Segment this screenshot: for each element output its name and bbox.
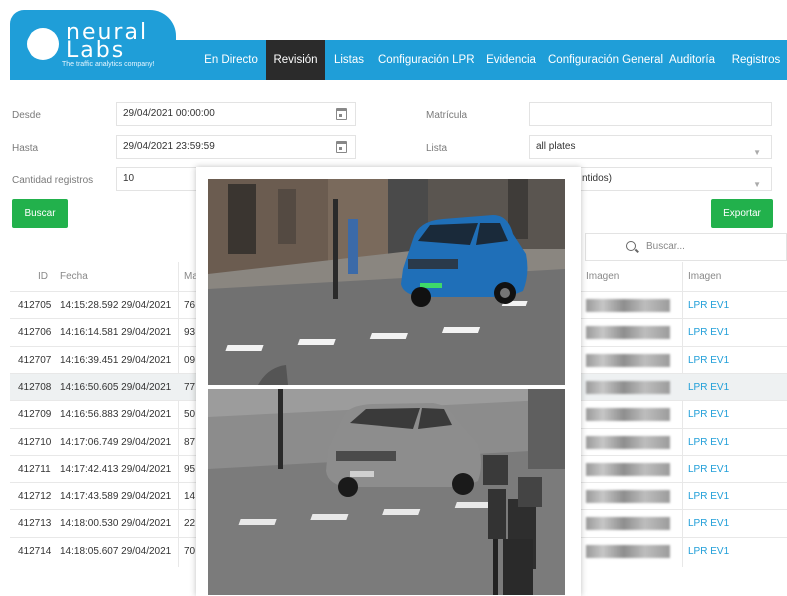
matricula-input[interactable] <box>529 102 772 126</box>
evidence-link[interactable]: LPR EV1 <box>688 491 729 502</box>
row-matricula: 09 <box>184 354 196 366</box>
plate-image-thumbnail[interactable] <box>586 380 670 394</box>
calendar-icon[interactable] <box>336 141 347 153</box>
row-fecha: 14:16:39.451 29/04/2021 <box>60 354 172 366</box>
cantidad-input[interactable]: 10 <box>116 167 206 191</box>
plate-image-thumbnail[interactable] <box>586 408 670 422</box>
lista-select[interactable]: all plates ▼ <box>529 135 772 159</box>
row-id: 412713 <box>18 518 52 530</box>
row-fecha: 14:17:42.413 29/04/2021 <box>60 463 172 475</box>
image-preview-popup[interactable] <box>196 167 581 596</box>
row-fecha: 14:17:43.589 29/04/2021 <box>60 491 172 503</box>
chevron-down-icon: ▼ <box>753 148 761 157</box>
row-matricula: 77 <box>184 381 196 393</box>
col-header-fecha[interactable]: Fecha <box>60 271 88 282</box>
row-matricula: 14 <box>184 491 196 503</box>
plate-image-thumbnail[interactable] <box>586 353 670 367</box>
calendar-icon[interactable] <box>336 108 347 120</box>
row-matricula: 93 <box>184 327 196 339</box>
cantidad-label: Cantidad registros <box>12 175 94 186</box>
row-id: 412706 <box>18 327 52 339</box>
main-nav: En Directo Revisión Listas Configuración… <box>0 40 787 80</box>
desde-input[interactable]: 29/04/2021 00:00:00 <box>116 102 356 126</box>
row-id: 412712 <box>18 491 52 503</box>
hasta-input[interactable]: 29/04/2021 23:59:59 <box>116 135 356 159</box>
nav-en-directo[interactable]: En Directo <box>200 40 262 80</box>
row-fecha: 14:16:14.581 29/04/2021 <box>60 327 172 339</box>
plate-image-thumbnail[interactable] <box>586 462 670 476</box>
row-matricula: 87 <box>184 436 196 448</box>
vehicle-photo-infrared <box>208 389 565 595</box>
evidence-link[interactable]: LPR EV1 <box>688 355 729 366</box>
plate-image-thumbnail[interactable] <box>586 544 670 558</box>
buscar-button[interactable]: Buscar <box>12 199 68 228</box>
row-matricula: 76 <box>184 300 196 311</box>
evidence-link[interactable]: LPR EV1 <box>688 409 729 420</box>
row-fecha: 14:15:28.592 29/04/2021 <box>60 300 172 311</box>
desde-value: 29/04/2021 00:00:00 <box>123 108 215 119</box>
nav-configuracion-general[interactable]: Configuración General <box>548 40 663 80</box>
exportar-button[interactable]: Exportar <box>711 199 773 228</box>
row-id: 412709 <box>18 409 52 421</box>
row-id: 412710 <box>18 436 52 448</box>
row-id: 412711 <box>18 463 51 475</box>
lista-label: Lista <box>426 143 448 154</box>
row-id: 412714 <box>18 545 52 557</box>
search-placeholder: Buscar... <box>646 241 685 252</box>
cantidad-value: 10 <box>123 173 135 184</box>
matricula-label: Matrícula <box>426 110 468 121</box>
col-header-id[interactable]: ID <box>38 271 48 282</box>
row-id: 412707 <box>18 354 52 366</box>
search-input[interactable]: Buscar... <box>585 233 787 261</box>
row-id: 412705 <box>18 300 52 311</box>
col-header-imagen-2[interactable]: Imagen <box>688 271 721 282</box>
nav-evidencia[interactable]: Evidencia <box>484 40 538 80</box>
plate-image-thumbnail[interactable] <box>586 326 670 340</box>
row-matricula: 22 <box>184 518 196 530</box>
col-header-imagen[interactable]: Imagen <box>586 271 619 282</box>
plate-image-thumbnail[interactable] <box>586 299 670 312</box>
evidence-link[interactable]: LPR EV1 <box>688 327 729 338</box>
plate-image-thumbnail[interactable] <box>586 517 670 531</box>
plate-image-thumbnail[interactable] <box>586 490 670 504</box>
row-matricula: 95 <box>184 463 196 475</box>
nav-auditoria[interactable]: Auditoría <box>668 40 716 80</box>
lista-value: all plates <box>536 141 576 152</box>
row-id: 412708 <box>18 381 52 393</box>
nav-listas[interactable]: Listas <box>330 40 368 80</box>
plate-image-thumbnail[interactable] <box>586 435 670 449</box>
hasta-label: Hasta <box>12 143 39 154</box>
row-matricula: 50 <box>184 409 196 421</box>
evidence-link[interactable]: LPR EV1 <box>688 518 729 529</box>
row-matricula: 70 <box>184 545 196 557</box>
evidence-link[interactable]: LPR EV1 <box>688 300 729 311</box>
evidence-link[interactable]: LPR EV1 <box>688 546 729 557</box>
row-fecha: 14:18:00.530 29/04/2021 <box>60 518 172 530</box>
nav-registros[interactable]: Registros <box>728 40 784 80</box>
row-fecha: 14:16:50.605 29/04/2021 <box>60 381 172 393</box>
row-fecha: 14:16:56.883 29/04/2021 <box>60 409 172 421</box>
chevron-down-icon: ▼ <box>753 180 761 189</box>
row-fecha: 14:17:06.749 29/04/2021 <box>60 436 172 448</box>
evidence-link[interactable]: LPR EV1 <box>688 437 729 448</box>
nav-revision[interactable]: Revisión <box>266 40 325 80</box>
evidence-link[interactable]: LPR EV1 <box>688 382 729 393</box>
row-fecha: 14:18:05.607 29/04/2021 <box>60 545 172 557</box>
search-icon <box>626 241 636 251</box>
evidence-link[interactable]: LPR EV1 <box>688 464 729 475</box>
desde-label: Desde <box>12 110 41 121</box>
hasta-value: 29/04/2021 23:59:59 <box>123 141 215 152</box>
nav-configuracion-lpr[interactable]: Configuración LPR <box>378 40 475 80</box>
vehicle-photo-color <box>208 179 565 385</box>
